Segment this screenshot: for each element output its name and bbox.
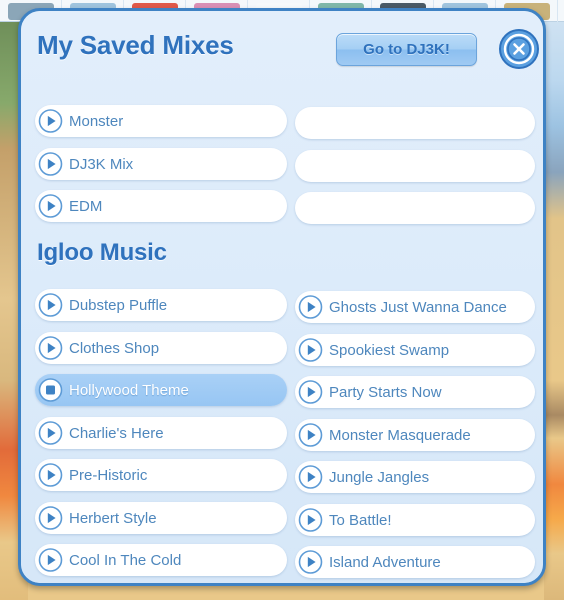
play-icon	[38, 463, 63, 487]
track-row[interactable]: Dubstep Puffle	[35, 289, 287, 321]
track-row[interactable]: Pre-Historic	[35, 459, 287, 491]
play-icon	[38, 293, 63, 317]
track-label: Pre-Historic	[69, 466, 148, 484]
track-row[interactable]: DJ3K Mix	[35, 148, 287, 180]
play-icon	[298, 295, 323, 319]
track-row[interactable]: Clothes Shop	[35, 332, 287, 364]
play-icon	[298, 338, 323, 362]
track-row[interactable]: Hollywood Theme	[35, 374, 287, 406]
track-row[interactable]: Charlie's Here	[35, 417, 287, 449]
track-row[interactable]: Monster Masquerade	[295, 419, 535, 451]
empty-mix-slot	[295, 192, 535, 224]
track-label: Cool In The Cold	[69, 551, 182, 569]
track-label: Herbert Style	[69, 509, 157, 527]
track-label: To Battle!	[329, 511, 392, 529]
play-icon	[38, 506, 63, 530]
play-icon	[38, 421, 63, 445]
track-label: EDM	[69, 197, 103, 215]
track-row[interactable]: Spookiest Swamp	[295, 334, 535, 366]
track-label: Ghosts Just Wanna Dance	[329, 298, 507, 316]
track-row[interactable]: Party Starts Now	[295, 376, 535, 408]
track-label: Hollywood Theme	[69, 381, 189, 399]
empty-mix-slot	[295, 150, 535, 182]
track-list: Monster DJ3K Mix EDM Dubstep Puffle Clothes …	[21, 11, 543, 583]
play-icon	[298, 380, 323, 404]
track-label: Monster Masquerade	[329, 426, 471, 444]
track-row[interactable]: Ghosts Just Wanna Dance	[295, 291, 535, 323]
track-label: Spookiest Swamp	[329, 341, 450, 359]
track-row[interactable]: Island Adventure	[295, 546, 535, 578]
track-row[interactable]: Jungle Jangles	[295, 461, 535, 493]
play-icon	[298, 550, 323, 574]
track-label: Jungle Jangles	[329, 468, 430, 486]
track-row[interactable]: EDM	[35, 190, 287, 222]
music-player-dialog: My Saved Mixes Go to DJ3K! Igloo Music M…	[18, 8, 546, 586]
empty-mix-slot	[295, 107, 535, 139]
track-row[interactable]: Monster	[35, 105, 287, 137]
track-label: DJ3K Mix	[69, 155, 134, 173]
track-label: Island Adventure	[329, 553, 441, 571]
play-icon	[38, 336, 63, 360]
track-row[interactable]: Herbert Style	[35, 502, 287, 534]
play-icon	[38, 548, 63, 572]
track-label: Clothes Shop	[69, 339, 160, 357]
track-label: Charlie's Here	[69, 424, 164, 442]
track-label: Monster	[69, 112, 124, 130]
track-label: Dubstep Puffle	[69, 296, 168, 314]
background-right-scene	[544, 22, 564, 600]
track-row[interactable]: To Battle!	[295, 504, 535, 536]
stop-icon	[38, 378, 63, 402]
track-label: Party Starts Now	[329, 383, 442, 401]
play-icon	[298, 508, 323, 532]
track-row[interactable]: Cool In The Cold	[35, 544, 287, 576]
play-icon	[38, 194, 63, 218]
play-icon	[298, 423, 323, 447]
dialog-body: My Saved Mixes Go to DJ3K! Igloo Music M…	[21, 11, 543, 583]
play-icon	[38, 152, 63, 176]
play-icon	[298, 465, 323, 489]
play-icon	[38, 109, 63, 133]
